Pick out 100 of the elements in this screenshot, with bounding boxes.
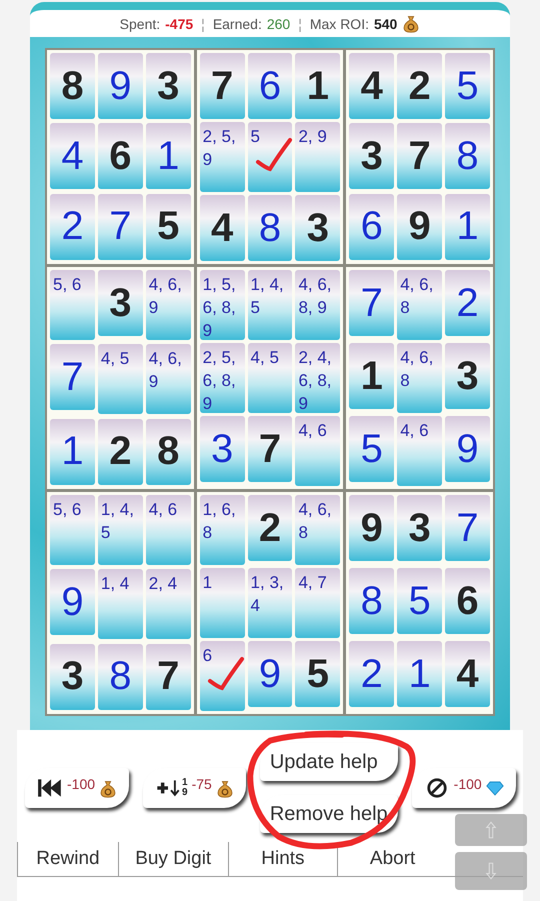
sudoku-cell[interactable]: 9: [98, 53, 143, 119]
sudoku-cell[interactable]: 5: [445, 53, 490, 119]
sudoku-cell[interactable]: 5, 6: [50, 270, 95, 340]
sudoku-cell[interactable]: 3: [50, 644, 95, 710]
money-bag-icon: [99, 778, 118, 798]
sudoku-cell[interactable]: 1, 3, 4: [248, 568, 292, 638]
sudoku-cell[interactable]: 1: [445, 194, 490, 260]
sudoku-cell[interactable]: 2, 5, 9: [200, 122, 245, 192]
sudoku-cell[interactable]: 3: [445, 343, 490, 409]
sudoku-cell[interactable]: 2, 4, 6, 8, 9: [295, 343, 340, 413]
sudoku-cell[interactable]: 7: [50, 344, 95, 410]
sudoku-cell[interactable]: 8: [50, 53, 95, 119]
sudoku-cell[interactable]: 1: [200, 568, 245, 638]
sudoku-cell[interactable]: 9: [248, 641, 292, 707]
rewind-button[interactable]: -100: [25, 768, 130, 808]
sudoku-cell[interactable]: 1: [146, 123, 191, 190]
sudoku-cell[interactable]: 4: [349, 53, 394, 119]
sudoku-cell[interactable]: 6: [349, 194, 394, 260]
sudoku-cell[interactable]: 1, 5, 6, 8, 9: [200, 270, 245, 340]
sudoku-cell[interactable]: 2, 9: [295, 122, 340, 192]
sudoku-cell[interactable]: 3: [397, 495, 442, 561]
sudoku-cell[interactable]: 4: [50, 123, 95, 190]
sudoku-cell[interactable]: 4, 5: [98, 344, 143, 414]
sudoku-cell[interactable]: 2: [50, 194, 95, 260]
sudoku-cell[interactable]: 4: [445, 641, 490, 707]
sudoku-cell[interactable]: 7: [146, 644, 191, 710]
scroll-up-button[interactable]: [455, 814, 527, 846]
abort-button[interactable]: -100: [412, 768, 516, 808]
sudoku-cell[interactable]: 2: [397, 53, 442, 119]
stat-value: 540: [374, 16, 398, 32]
rewind-icon: [37, 777, 63, 799]
sudoku-cell[interactable]: 5: [248, 122, 292, 192]
stat-label: Max ROI:: [310, 16, 369, 32]
sudoku-cell[interactable]: 7: [200, 53, 245, 119]
sudoku-cell[interactable]: 5: [295, 641, 340, 707]
money-bag-icon: [216, 778, 234, 798]
sudoku-cell[interactable]: 1: [397, 641, 442, 707]
sudoku-cell[interactable]: 5: [349, 416, 394, 482]
sudoku-cell[interactable]: 5, 6: [50, 495, 95, 565]
sudoku-cell[interactable]: 7: [397, 123, 442, 190]
sudoku-cell[interactable]: 7: [349, 270, 394, 336]
sudoku-cell[interactable]: 3: [200, 416, 245, 482]
scroll-down-button[interactable]: [455, 852, 527, 890]
sudoku-cell[interactable]: 8: [445, 123, 490, 190]
sudoku-cell[interactable]: 6: [200, 641, 245, 711]
sudoku-cell[interactable]: 4, 6: [146, 495, 191, 565]
stat-label: Spent:: [120, 16, 160, 32]
sudoku-cell[interactable]: 1: [295, 53, 340, 119]
sudoku-cell[interactable]: 3: [295, 195, 340, 261]
sudoku-cell[interactable]: 9: [397, 194, 442, 260]
sudoku-cell[interactable]: 5: [397, 568, 442, 634]
sudoku-cell[interactable]: 2, 4: [146, 569, 191, 640]
sudoku-cell[interactable]: 3: [349, 123, 394, 190]
sudoku-cell[interactable]: 2, 5, 6, 8, 9: [200, 343, 245, 413]
sudoku-cell[interactable]: 2: [248, 495, 292, 561]
sudoku-cell[interactable]: 3: [98, 270, 143, 336]
stat-value: -475: [165, 16, 194, 32]
sudoku-cell[interactable]: 7: [445, 495, 490, 561]
sudoku-cell[interactable]: 4, 6, 8: [295, 495, 340, 565]
sudoku-cell[interactable]: 7: [248, 416, 292, 482]
sudoku-cell[interactable]: 4, 6, 9: [146, 270, 191, 340]
sudoku-cell[interactable]: 5: [146, 194, 191, 260]
help-button[interactable]: Update help: [260, 743, 398, 781]
sudoku-cell[interactable]: 6: [248, 53, 292, 119]
sudoku-cell[interactable]: 4, 6, 8, 9: [295, 270, 340, 340]
stat-value: 260: [266, 16, 290, 32]
sudoku-cell[interactable]: 1: [349, 343, 394, 409]
sudoku-cell[interactable]: 1, 4, 5: [98, 495, 143, 565]
sudoku-cell[interactable]: 9: [445, 416, 490, 482]
sudoku-cell[interactable]: 4, 6, 9: [146, 344, 191, 414]
sudoku-cell[interactable]: 1, 4, 5: [248, 270, 292, 340]
sudoku-cell[interactable]: 9: [349, 495, 394, 561]
help-button[interactable]: Remove help: [260, 795, 398, 833]
sudoku-cell[interactable]: 8: [98, 644, 143, 710]
sudoku-cell[interactable]: 2: [98, 418, 143, 485]
sudoku-cell[interactable]: 1, 4: [98, 569, 143, 640]
sudoku-cell[interactable]: 4, 5: [248, 343, 292, 413]
sudoku-cell[interactable]: 2: [445, 270, 490, 336]
money-bag-icon: [402, 14, 420, 33]
sudoku-cell[interactable]: 4, 6: [397, 416, 442, 486]
sudoku-cell[interactable]: 6: [98, 123, 143, 190]
sudoku-cell[interactable]: 7: [98, 194, 143, 260]
sudoku-cell[interactable]: 8: [248, 195, 292, 261]
sudoku-cell[interactable]: 6: [445, 568, 490, 634]
sudoku-cell[interactable]: 1: [50, 418, 95, 485]
sudoku-cell[interactable]: 8: [349, 568, 394, 634]
separator: ¦: [201, 16, 205, 32]
sudoku-cell[interactable]: 4, 6, 8: [397, 343, 442, 413]
arrow-down-icon: [485, 861, 497, 881]
sudoku-cell[interactable]: 4, 7: [295, 568, 340, 638]
sudoku-cell[interactable]: 4, 6, 8: [397, 270, 442, 340]
cost-label: -75: [192, 776, 212, 792]
sudoku-cell[interactable]: 3: [146, 53, 191, 119]
sudoku-cell[interactable]: 1, 6, 8: [200, 495, 245, 565]
sudoku-cell[interactable]: 4, 6: [295, 416, 340, 486]
sudoku-cell[interactable]: 4: [200, 195, 245, 261]
range-top: 1: [182, 778, 188, 788]
sudoku-cell[interactable]: 9: [50, 569, 95, 636]
sudoku-cell[interactable]: 2: [349, 641, 394, 707]
sudoku-cell[interactable]: 8: [146, 418, 191, 485]
